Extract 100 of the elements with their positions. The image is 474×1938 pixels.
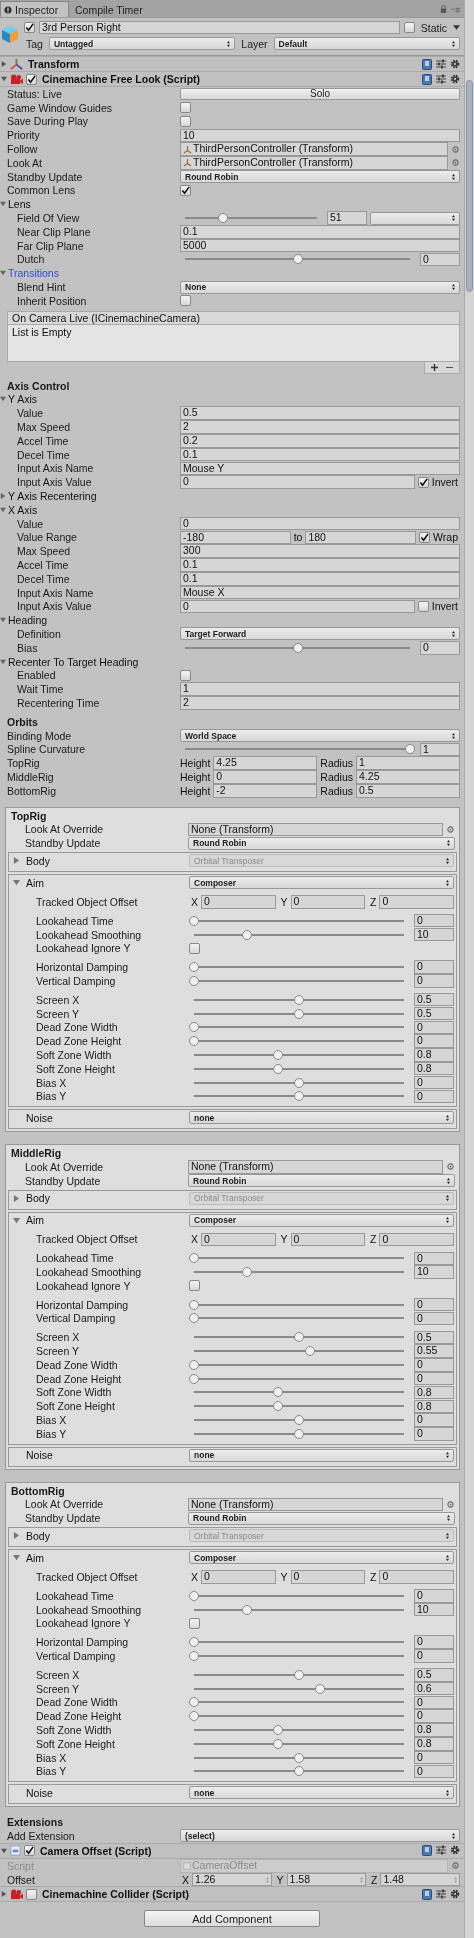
menu-icon[interactable] [451, 5, 460, 13]
dropdown[interactable]: Target Forward [180, 627, 460, 641]
input-field[interactable]: 0 [290, 895, 366, 909]
number-field[interactable]: 0.8 [414, 1399, 454, 1413]
slider-thumb[interactable] [273, 1738, 283, 1749]
caret-icon[interactable] [1, 76, 7, 82]
slider-thumb[interactable] [273, 1063, 283, 1074]
slider-thumb[interactable] [292, 254, 303, 265]
slider-thumb[interactable] [273, 1725, 283, 1735]
slider-thumb[interactable] [189, 1697, 199, 1708]
number-field[interactable]: 0.55 [414, 1344, 454, 1358]
sliders-icon[interactable] [436, 1845, 446, 1856]
input-field[interactable]: 0 [379, 1232, 454, 1247]
input-field[interactable]: -180 [180, 530, 291, 545]
component-header[interactable]: Camera Offset (Script) [0, 1842, 464, 1859]
number-field[interactable]: 0 [414, 1089, 454, 1104]
stage-dropdown[interactable]: none [189, 1448, 454, 1462]
slider-thumb[interactable] [294, 1415, 304, 1426]
settings-icon[interactable] [450, 73, 460, 84]
slider-thumb[interactable] [189, 1637, 199, 1648]
input-field[interactable]: 0.1 [180, 558, 460, 572]
number-field[interactable]: 0 [414, 1764, 454, 1779]
number-field[interactable]: 0 [414, 1358, 454, 1372]
lock-icon[interactable] [440, 5, 447, 13]
object-picker-icon[interactable] [447, 825, 454, 833]
number-field[interactable]: 0.5 [414, 1006, 454, 1021]
sliders-icon[interactable] [436, 73, 446, 84]
checkbox[interactable] [26, 73, 37, 85]
input-field[interactable]: 0 [180, 516, 460, 531]
slider-thumb[interactable] [189, 975, 199, 986]
number-field[interactable]: 0 [414, 1251, 454, 1266]
slider-thumb[interactable] [189, 1313, 199, 1324]
input-field[interactable]: 1 [180, 682, 460, 696]
number-field[interactable]: 10 [414, 927, 454, 942]
dropdown[interactable]: None [180, 280, 460, 294]
slider-thumb[interactable] [241, 1604, 252, 1615]
object-field[interactable]: None (Transform) [188, 1497, 443, 1512]
checkbox[interactable] [180, 116, 191, 127]
caret-icon[interactable] [0, 201, 6, 208]
dropdown[interactable]: World Space [180, 729, 460, 743]
input-field[interactable]: 4.25 [213, 756, 318, 770]
number-field[interactable]: 0 [414, 1649, 454, 1663]
slider-thumb[interactable] [294, 1752, 304, 1763]
sliders-icon[interactable] [436, 1889, 446, 1899]
slider-thumb[interactable] [273, 1401, 283, 1412]
component-header[interactable]: Cinemachine Collider (Script) [0, 1886, 464, 1903]
slider-thumb[interactable] [189, 1711, 199, 1722]
tab[interactable]: Inspector [0, 1, 69, 17]
caret-icon[interactable] [13, 1216, 20, 1224]
slider-thumb[interactable] [294, 1077, 304, 1088]
checkbox[interactable] [26, 1889, 37, 1900]
foldout-label[interactable]: Y Axis [8, 393, 37, 406]
number-field[interactable]: 0 [414, 1297, 454, 1312]
slider-thumb[interactable] [189, 1299, 199, 1310]
input-field[interactable]: 0.5 [356, 784, 460, 798]
number-field[interactable]: 0 [414, 1709, 454, 1723]
checkbox[interactable] [403, 22, 415, 33]
input-field[interactable]: 1 [356, 756, 460, 770]
number-field[interactable]: 0 [414, 1020, 454, 1035]
help-book-icon[interactable] [422, 1845, 432, 1857]
slider-thumb[interactable] [189, 1590, 199, 1601]
checkbox[interactable] [180, 669, 191, 681]
input-field[interactable]: 0 [201, 895, 276, 909]
slider-thumb[interactable] [241, 1267, 252, 1278]
caret-icon[interactable] [1, 1847, 7, 1854]
caret-icon[interactable] [13, 1554, 20, 1562]
slider-thumb[interactable] [294, 1428, 304, 1439]
dropdown[interactable]: (select) [180, 1829, 460, 1843]
number-field[interactable]: 0.8 [414, 1048, 454, 1062]
object-picker-icon[interactable] [452, 1862, 459, 1870]
number-field[interactable]: 0 [414, 960, 454, 974]
number-field[interactable]: 10 [414, 1265, 454, 1279]
slider-thumb[interactable] [189, 1253, 199, 1264]
slider-thumb[interactable] [294, 1008, 304, 1019]
number-field[interactable]: 0 [414, 1311, 454, 1326]
slider-thumb[interactable] [405, 744, 415, 755]
slider-thumb[interactable] [273, 1387, 283, 1398]
help-book-icon[interactable] [422, 1889, 432, 1900]
caret-icon[interactable] [0, 270, 6, 277]
number-field[interactable]: 0 [414, 1413, 454, 1427]
input-field[interactable]: 0.1 [180, 572, 460, 586]
solo-button[interactable]: Solo [180, 87, 460, 100]
help-book-icon[interactable] [422, 58, 432, 70]
foldout-label[interactable]: Y Axis Recentering [8, 490, 97, 502]
foldout-label[interactable]: Heading [8, 614, 48, 627]
slider-thumb[interactable] [189, 915, 199, 926]
input-field[interactable]: -2 [213, 784, 318, 798]
tab[interactable]: Compile Timer [69, 2, 151, 17]
number-field[interactable]: 0.5 [414, 1330, 454, 1344]
caret-icon[interactable] [13, 879, 20, 887]
number-field[interactable]: 0.5 [414, 1668, 454, 1682]
spinner-arrows-icon[interactable] [360, 1876, 364, 1883]
slider-thumb[interactable] [315, 1683, 325, 1694]
dropdown[interactable]: Round Robin [180, 170, 460, 184]
foldout-label[interactable]: Transitions [8, 267, 59, 280]
dropdown[interactable]: Round Robin [188, 1511, 455, 1525]
checkbox[interactable] [180, 102, 191, 114]
input-field[interactable]: 0 [201, 1570, 276, 1584]
checkbox[interactable] [180, 184, 191, 196]
input-field[interactable]: 10 [180, 128, 460, 143]
